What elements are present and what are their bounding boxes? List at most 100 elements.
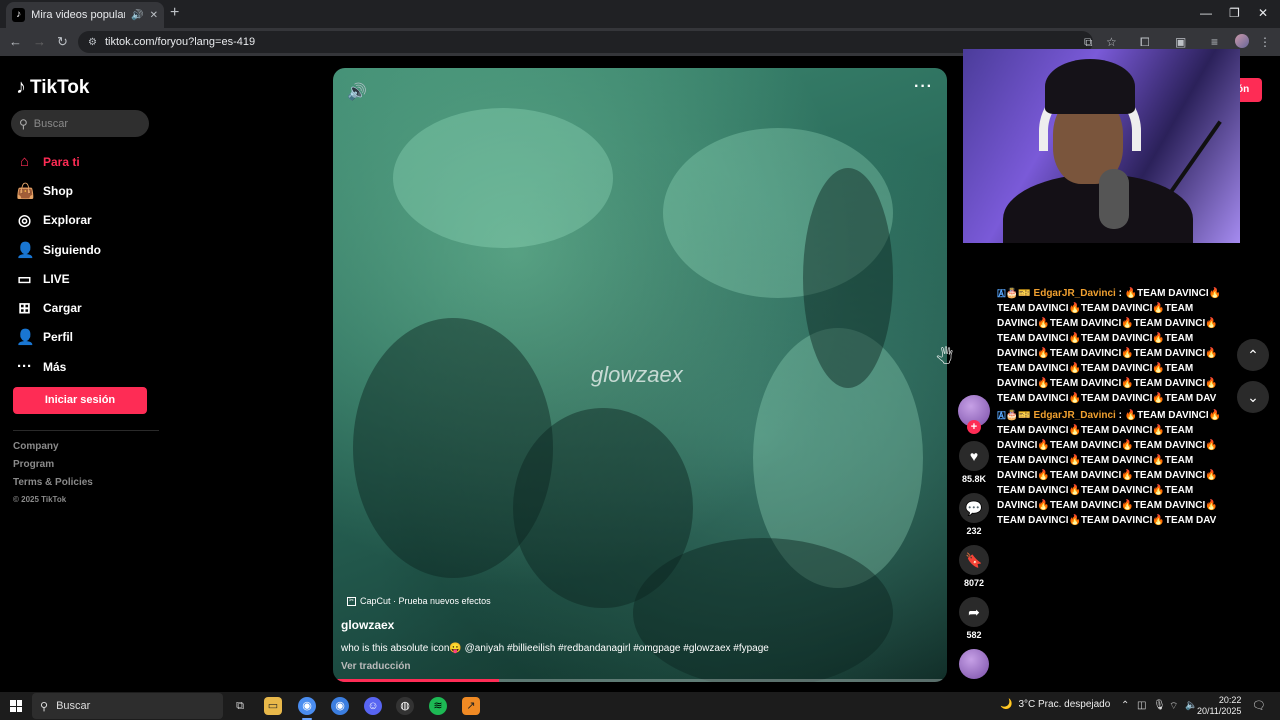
back-icon[interactable]: ← — [9, 34, 22, 49]
sound-disc[interactable] — [959, 649, 989, 679]
spotify-icon[interactable]: ≋ — [429, 697, 447, 715]
like-button[interactable]: ♥ — [959, 441, 989, 471]
volume-icon[interactable]: 🔊 — [347, 82, 367, 102]
follow-plus-icon[interactable]: + — [967, 420, 981, 434]
live-icon: ▭ — [17, 270, 32, 288]
tray-mic-icon[interactable]: 🎙 — [1153, 700, 1166, 711]
sidebar-item-label: Para ti — [43, 154, 80, 169]
tab-close-icon[interactable]: ✕ — [150, 10, 158, 21]
bookmark-star-icon[interactable]: ☆ — [1106, 35, 1117, 49]
next-video-button[interactable]: ⌄ — [1237, 381, 1269, 413]
site-info-icon[interactable]: ⚙ — [88, 37, 97, 48]
task-view-icon[interactable]: ⧉ — [231, 697, 249, 715]
translate-link[interactable]: Ver traducción — [341, 661, 410, 672]
minimize-button[interactable]: — — [1200, 6, 1212, 20]
close-window-button[interactable]: ✕ — [1258, 6, 1268, 20]
system-clock[interactable]: 20:22 20/11/2025 — [1197, 695, 1241, 717]
notifications-icon[interactable]: 🗨 — [1252, 699, 1266, 712]
video-player[interactable]: 🔊 ··· glowzaex ✂ CapCut · Prueba nuevos … — [333, 68, 947, 682]
shop-icon: 👜 — [16, 182, 35, 200]
sidebar-item-para-ti[interactable]: ⌂ Para ti — [16, 147, 101, 176]
chat-message: 🇦🎂🎫 EdgarJR_Davinci : 🔥TEAM DAVINCI🔥TEAM… — [997, 408, 1229, 528]
media-control-icon[interactable]: ≡ — [1211, 35, 1218, 49]
share-button[interactable]: ➦ — [959, 597, 989, 627]
save-button[interactable]: 🔖 — [959, 545, 989, 575]
windows-start-icon[interactable] — [10, 700, 22, 712]
creator-avatar[interactable]: + — [958, 395, 990, 434]
sidepanel-icon[interactable]: ▣ — [1175, 35, 1186, 49]
sidebar-item-label: Shop — [43, 183, 73, 198]
mouse-cursor-icon: 🖑 — [936, 349, 954, 366]
forward-icon[interactable]: → — [33, 34, 46, 49]
previous-video-button[interactable]: ⌃ — [1237, 339, 1269, 371]
chrome-profile-icon[interactable]: ◉ — [331, 697, 349, 715]
capcut-icon: ✂ — [347, 596, 356, 606]
chat-username: EdgarJR_Davinci — [1033, 410, 1116, 421]
browser-tab[interactable]: ♪ Mira videos populares sele 🔊 ✕ — [6, 2, 164, 28]
more-icon: ··· — [17, 358, 32, 376]
capcut-text: CapCut · Prueba nuevos efectos — [360, 596, 491, 606]
taskbar-search[interactable]: ⚲ Buscar — [32, 693, 223, 719]
logo-text: TikTok — [30, 76, 90, 98]
browser-tab-bar: ♪ Mira videos populares sele 🔊 ✕ + — ❐ ✕ — [0, 0, 1280, 28]
streamer-webcam — [963, 49, 1240, 243]
search-placeholder: Buscar — [33, 117, 69, 130]
windows-taskbar: ⚲ Buscar ⧉ ▭ ◉ ◉ ☺ ◍ ≋ ↗ 🌙 3°C Prac. des… — [0, 692, 1280, 720]
tray-chevron-icon[interactable]: ⌃ — [1121, 700, 1129, 711]
clock-time: 20:22 — [1218, 695, 1242, 705]
stream-chat: 🇦🎂🎫 EdgarJR_Davinci : 🔥TEAM DAVINCI🔥TEAM… — [997, 286, 1229, 530]
profile-avatar[interactable] — [1235, 34, 1249, 48]
wifi-icon[interactable]: ⌔ — [1169, 700, 1178, 713]
search-input[interactable]: ⚲ Buscar — [11, 110, 149, 137]
menu-dots-icon[interactable]: ⋮ — [1259, 35, 1271, 49]
tiktok-logo[interactable]: ♪ TikTok — [16, 76, 89, 99]
weather-widget[interactable]: 🌙 3°C Prac. despejado — [1000, 699, 1110, 710]
weather-moon-icon: 🌙 — [1000, 699, 1013, 710]
reload-icon[interactable]: ↻ — [57, 34, 68, 50]
tray-app-icon[interactable]: ◫ — [1137, 700, 1146, 711]
chat-text: : 🔥TEAM DAVINCI🔥TEAM DAVINCI🔥TEAM DAVINC… — [997, 410, 1222, 526]
sidebar-item-siguiendo[interactable]: 👤 Siguiendo — [16, 235, 101, 264]
sidebar-item-label: Más — [43, 359, 67, 374]
address-bar[interactable]: ⚙ tiktok.com/foryou?lang=es-419 — [78, 31, 1093, 53]
file-explorer-icon[interactable]: ▭ — [264, 697, 282, 715]
footer-link-terms[interactable]: Terms & Policies — [13, 477, 93, 495]
capcut-banner[interactable]: ✂ CapCut · Prueba nuevos efectos — [347, 596, 491, 606]
volume-tray-icon[interactable]: 🔈 — [1185, 700, 1197, 711]
video-description: who is this absolute icon😛 @aniyah #bill… — [341, 643, 769, 654]
sidebar-item-shop[interactable]: 👜 Shop — [16, 176, 101, 205]
comment-count: 232 — [966, 526, 982, 536]
comment-button[interactable]: 💬 — [959, 493, 989, 523]
discord-icon[interactable]: ☺ — [364, 697, 382, 715]
share-icon: ➦ — [968, 604, 980, 620]
tab-audio-icon[interactable]: 🔊 — [131, 10, 143, 21]
footer-link-company[interactable]: Company — [13, 441, 93, 459]
sidebar-divider — [13, 430, 159, 431]
extensions-icon[interactable]: ⧠ — [1140, 35, 1150, 50]
tiktok-note-icon: ♪ — [16, 76, 26, 98]
obs-icon[interactable]: ◍ — [396, 697, 414, 715]
video-author[interactable]: glowzaex — [341, 618, 394, 632]
chat-badges: 🇦🎂🎫 — [997, 288, 1031, 299]
app-icon[interactable]: ↗ — [462, 697, 480, 715]
sidebar-item-perfil[interactable]: 👤 Perfil — [16, 323, 101, 352]
sidebar-item-live[interactable]: ▭ LIVE — [16, 264, 101, 293]
sidebar-item-mas[interactable]: ··· Más — [16, 352, 101, 381]
sidebar-item-cargar[interactable]: ⊞ Cargar — [16, 293, 101, 322]
profile-icon: 👤 — [16, 329, 35, 347]
install-app-icon[interactable]: ⧉ — [1084, 35, 1093, 50]
sidebar-item-explorar[interactable]: ◎ Explorar — [16, 206, 101, 235]
login-button[interactable]: Iniciar sesión — [13, 387, 147, 414]
new-tab-button[interactable]: + — [170, 4, 179, 22]
bookmark-icon: 🔖 — [965, 552, 983, 568]
save-count: 8072 — [963, 578, 985, 588]
video-progress-bar[interactable] — [333, 679, 947, 682]
chevron-up-icon: ⌃ — [1247, 347, 1259, 363]
more-options-icon[interactable]: ··· — [914, 78, 933, 96]
microphone-icon — [1099, 169, 1129, 229]
url-text: tiktok.com/foryou?lang=es-419 — [104, 36, 256, 48]
restore-button[interactable]: ❐ — [1229, 6, 1240, 20]
chrome-icon[interactable]: ◉ — [298, 697, 316, 720]
footer-link-program[interactable]: Program — [13, 459, 93, 477]
sidebar-menu: ⌂ Para ti 👜 Shop ◎ Explorar 👤 Siguiendo … — [16, 147, 101, 381]
